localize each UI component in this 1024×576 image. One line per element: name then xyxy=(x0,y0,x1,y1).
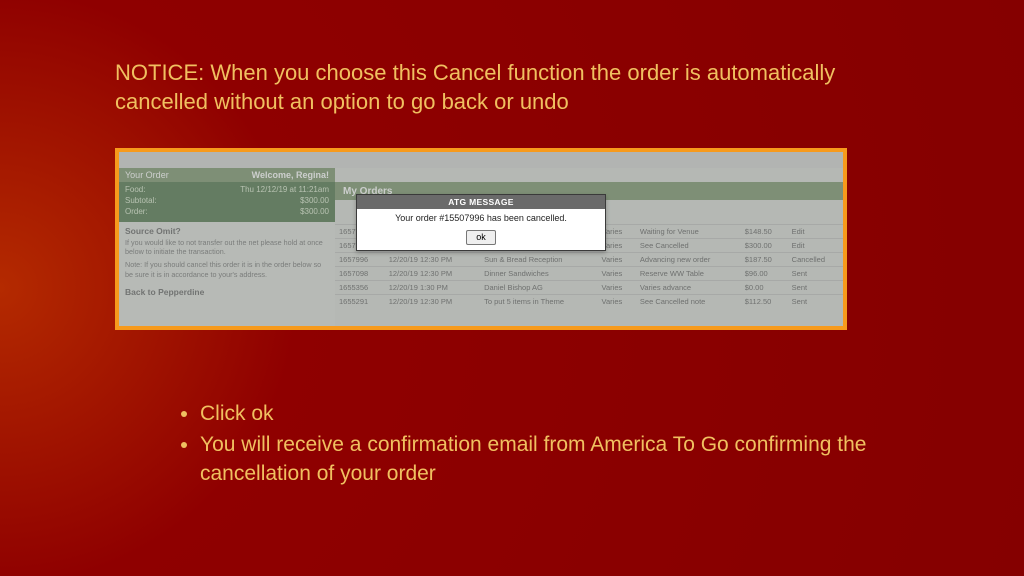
table-row: 165799601/22/17 01:10Panda SassakyVaries… xyxy=(335,239,843,253)
table-cell: Edit xyxy=(788,225,843,239)
table-cell: Reserve WW Table xyxy=(636,267,741,281)
section-a-title: Source Omit? xyxy=(119,222,335,238)
table-row: 165709812/20/19 12:30 PMDinner Sandwiche… xyxy=(335,267,843,281)
left-panel: Your Order Welcome, Regina! Food: Thu 12… xyxy=(119,168,335,326)
table-cell: Anne Jane Salmon xyxy=(480,225,597,239)
table-row: 165529112/20/19 12:30 PMTo put 5 items i… xyxy=(335,295,843,309)
table-cell: 12/20/19 12:30 PM xyxy=(385,253,480,267)
app-backdrop: Your Order Welcome, Regina! Food: Thu 12… xyxy=(119,152,843,326)
table-row: 165535612/20/19 1:30 PMDaniel Bishop AGV… xyxy=(335,281,843,295)
table-row: 165799601/22/17 11:14Anne Jane SalmonVar… xyxy=(335,225,843,239)
table-cell: 01/22/17 11:14 xyxy=(385,225,480,239)
table-cell: Varies xyxy=(598,295,636,309)
order-label: Order: xyxy=(125,206,148,217)
table-cell: 1657996 xyxy=(335,225,385,239)
table-cell: See Cancelled xyxy=(636,239,741,253)
table-cell: $148.50 xyxy=(741,225,788,239)
table-cell: 1655356 xyxy=(335,281,385,295)
table-cell: $112.50 xyxy=(741,295,788,309)
section-a-text: If you would like to not transfer out th… xyxy=(119,238,335,261)
table-cell: $187.50 xyxy=(741,253,788,267)
subtotal-label: Subtotal: xyxy=(125,195,157,206)
table-cell: Sent xyxy=(788,267,843,281)
table-cell: See Cancelled note xyxy=(636,295,741,309)
welcome-text: Welcome, Regina! xyxy=(252,170,329,180)
section-c-title: Back to Pepperdine xyxy=(119,283,335,299)
table-cell: 1655291 xyxy=(335,295,385,309)
table-cell: 12/20/19 1:30 PM xyxy=(385,281,480,295)
table-cell: Varies xyxy=(598,225,636,239)
table-cell: 12/20/19 12:30 PM xyxy=(385,295,480,309)
screenshot-frame: Your Order Welcome, Regina! Food: Thu 12… xyxy=(115,148,847,330)
list-item: Click ok xyxy=(200,400,894,429)
slide: NOTICE: When you choose this Cancel func… xyxy=(0,0,1024,576)
left-header: Your Order Welcome, Regina! xyxy=(119,168,335,182)
table-cell: $0.00 xyxy=(741,281,788,295)
food-label: Food: xyxy=(125,184,145,195)
table-row: 165799612/20/19 12:30 PMSun & Bread Rece… xyxy=(335,253,843,267)
table-cell: Waiting for Venue xyxy=(636,225,741,239)
subtotal-val: $300.00 xyxy=(300,195,329,206)
table-cell: Advancing new order xyxy=(636,253,741,267)
table-cell: Dinner Sandwiches xyxy=(480,267,597,281)
my-orders-header: My Orders xyxy=(335,182,843,200)
table-cell: 1657996 xyxy=(335,239,385,253)
table-cell: Edit xyxy=(788,239,843,253)
notice-label: NOTICE: xyxy=(115,60,204,85)
table-cell: Varies xyxy=(598,239,636,253)
table-cell: $96.00 xyxy=(741,267,788,281)
left-tab: Your Order xyxy=(125,170,169,180)
section-b-text: Note: If you should cancel this order it… xyxy=(119,260,335,283)
food-val: Thu 12/12/19 at 11:21am xyxy=(240,184,329,195)
table-cell: $300.00 xyxy=(741,239,788,253)
table-cell: Daniel Bishop AG xyxy=(480,281,597,295)
table-cell: Varies xyxy=(598,281,636,295)
table-cell: Sun & Bread Reception xyxy=(480,253,597,267)
table-cell: 12/20/19 12:30 PM xyxy=(385,267,480,281)
table-cell: Cancelled xyxy=(788,253,843,267)
table-cell: Varies advance xyxy=(636,281,741,295)
notice-text: NOTICE: When you choose this Cancel func… xyxy=(115,58,905,116)
totals-box: Food: Thu 12/12/19 at 11:21am Subtotal: … xyxy=(119,182,335,222)
instruction-bullets: Click okYou will receive a confirmation … xyxy=(174,400,894,491)
table-cell: 01/22/17 01:10 xyxy=(385,239,480,253)
table-cell: 1657996 xyxy=(335,253,385,267)
table-cell: To put 5 items in Theme xyxy=(480,295,597,309)
app-toolbar xyxy=(119,152,843,168)
table-cell: Varies xyxy=(598,253,636,267)
table-cell: Sent xyxy=(788,295,843,309)
table-cell: Sent xyxy=(788,281,843,295)
table-cell: 1657098 xyxy=(335,267,385,281)
right-panel: My Orders 165799601/22/17 11:14Anne Jane… xyxy=(335,168,843,326)
table-cell: Panda Sassaky xyxy=(480,239,597,253)
table-cell: Varies xyxy=(598,267,636,281)
notice-body: When you choose this Cancel function the… xyxy=(115,60,835,114)
orders-table: 165799601/22/17 11:14Anne Jane SalmonVar… xyxy=(335,224,843,308)
list-item: You will receive a confirmation email fr… xyxy=(200,431,894,489)
order-val: $300.00 xyxy=(300,206,329,217)
